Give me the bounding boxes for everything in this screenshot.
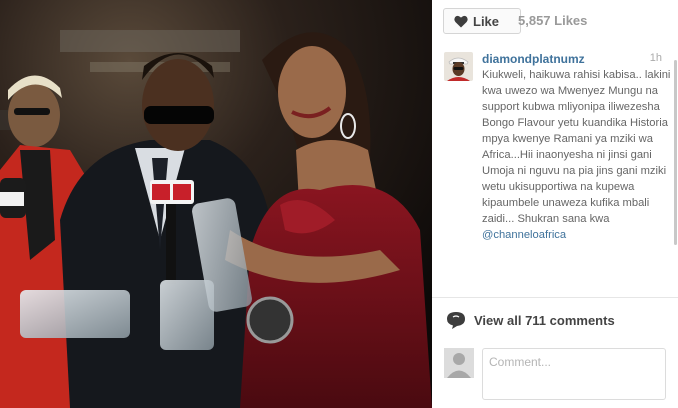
caption-body: Kiukweli, haikuwa rahisi kabisa.. lakini… xyxy=(482,69,671,225)
speech-bubble-icon xyxy=(447,312,465,329)
comment-input[interactable] xyxy=(482,348,666,400)
likes-count[interactable]: 5,857 Likes xyxy=(518,13,587,28)
caption-fade xyxy=(482,282,672,298)
caption-scrollbar[interactable] xyxy=(673,60,678,292)
post-time[interactable]: 1h xyxy=(650,52,662,64)
divider xyxy=(432,297,678,298)
like-label: Like xyxy=(473,13,500,29)
like-button[interactable]: Like xyxy=(443,8,521,34)
user-avatar[interactable] xyxy=(444,52,473,81)
post-photo[interactable] xyxy=(0,0,432,408)
photo-illustration xyxy=(0,0,432,408)
mention-link[interactable]: @channeloafrica xyxy=(482,229,566,241)
view-all-comments[interactable]: View all 711 comments xyxy=(446,311,615,329)
caption-block: diamondplatnumz 1h Kiukweli, haikuwa rah… xyxy=(444,50,672,298)
username-link[interactable]: diamondplatnumz xyxy=(482,52,585,66)
caption-text: Kiukweli, haikuwa rahisi kabisa.. lakini… xyxy=(482,67,672,243)
heart-icon xyxy=(454,15,468,27)
default-avatar-icon xyxy=(444,348,474,378)
scroll-thumb[interactable] xyxy=(674,60,677,245)
post-sidebar: Like 5,857 Likes diamondplatnumz 1h Kiuk… xyxy=(432,0,678,408)
view-all-label: View all 711 comments xyxy=(474,312,615,328)
